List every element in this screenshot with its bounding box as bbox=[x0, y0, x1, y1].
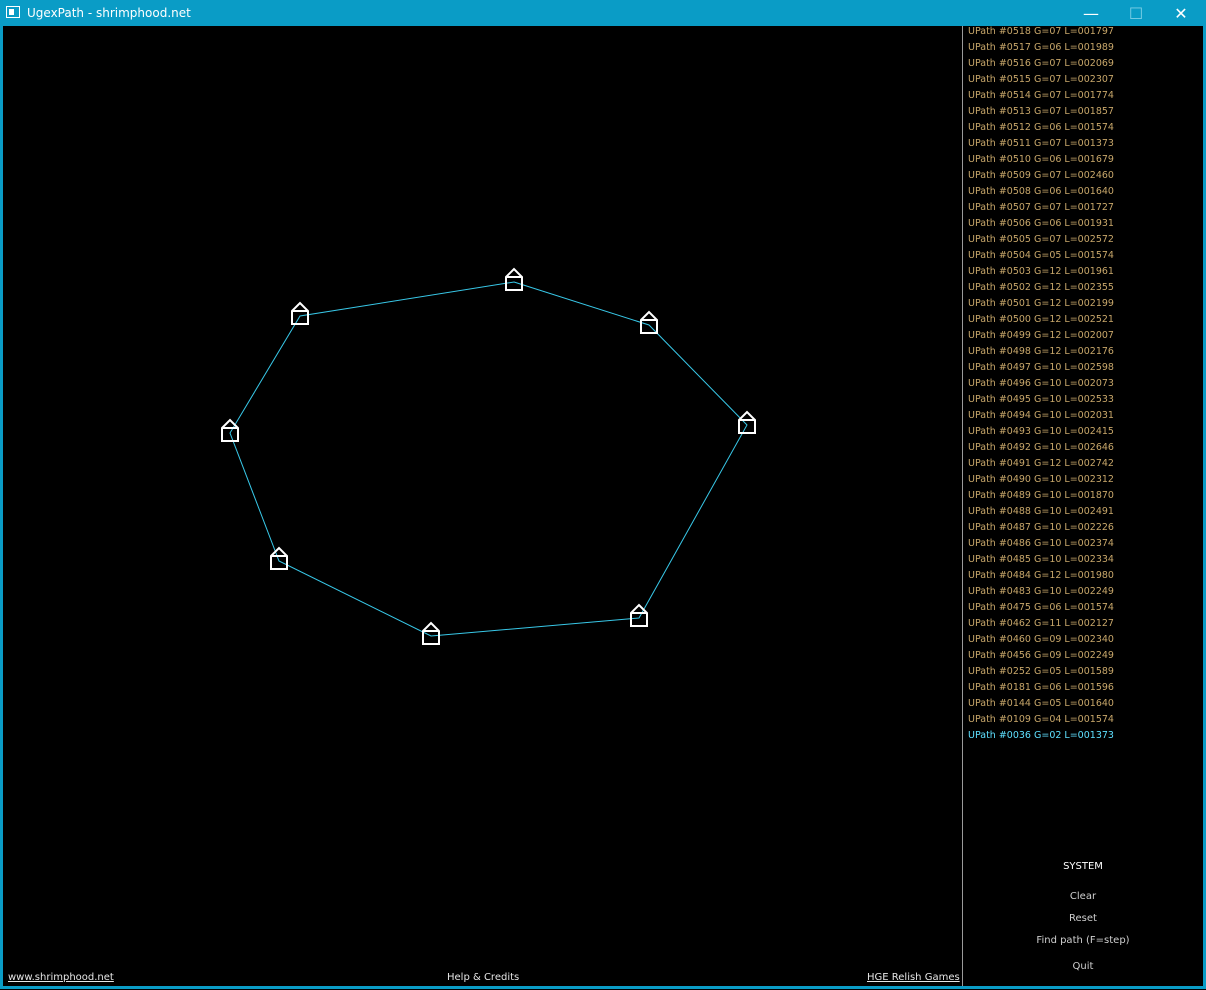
path-list-item[interactable]: UPath #0494 G=10 L=002031 bbox=[968, 410, 1114, 426]
path-list-item[interactable]: UPath #0512 G=06 L=001574 bbox=[968, 122, 1114, 138]
quit-button[interactable]: Quit bbox=[963, 961, 1203, 972]
path-list-item[interactable]: UPath #0506 G=06 L=001931 bbox=[968, 218, 1114, 234]
path-list-item[interactable]: UPath #0462 G=11 L=002127 bbox=[968, 618, 1114, 634]
system-title: SYSTEM bbox=[1063, 861, 1103, 872]
path-list-item[interactable]: UPath #0492 G=10 L=002646 bbox=[968, 442, 1114, 458]
path-list-item[interactable]: UPath #0515 G=07 L=002307 bbox=[968, 74, 1114, 90]
help-credits-button[interactable]: Help & Credits bbox=[447, 972, 519, 983]
path-list-item[interactable]: UPath #0456 G=09 L=002249 bbox=[968, 650, 1114, 666]
path-list-item[interactable]: UPath #0496 G=10 L=002073 bbox=[968, 378, 1114, 394]
waypoint-house-icon[interactable] bbox=[738, 410, 756, 434]
path-list-item[interactable]: UPath #0495 G=10 L=002533 bbox=[968, 394, 1114, 410]
waypoint-house-icon[interactable] bbox=[640, 310, 658, 334]
path-list-item[interactable]: UPath #0460 G=09 L=002340 bbox=[968, 634, 1114, 650]
path-list-item[interactable]: UPath #0498 G=12 L=002176 bbox=[968, 346, 1114, 362]
minimize-button[interactable]: — bbox=[1068, 0, 1114, 26]
waypoint-house-icon[interactable] bbox=[291, 301, 309, 325]
path-list-item[interactable]: UPath #0499 G=12 L=002007 bbox=[968, 330, 1114, 346]
path-list-item[interactable]: UPath #0517 G=06 L=001989 bbox=[968, 42, 1114, 58]
path-list-item[interactable]: UPath #0252 G=05 L=001589 bbox=[968, 666, 1114, 682]
path-canvas[interactable] bbox=[3, 26, 963, 986]
website-link[interactable]: www.shrimphood.net bbox=[8, 972, 114, 983]
path-list-item[interactable]: UPath #0505 G=07 L=002572 bbox=[968, 234, 1114, 250]
path-list-item[interactable]: UPath #0475 G=06 L=001574 bbox=[968, 602, 1114, 618]
find-path-button[interactable]: Find path (F=step) bbox=[963, 935, 1203, 946]
path-list-item[interactable]: UPath #0497 G=10 L=002598 bbox=[968, 362, 1114, 378]
path-list-item[interactable]: UPath #0513 G=07 L=001857 bbox=[968, 106, 1114, 122]
path-list-item-selected[interactable]: UPath #0036 G=02 L=001373 bbox=[968, 730, 1114, 746]
side-panel: UPath #0518 G=07 L=001797 UPath #0517 G=0… bbox=[963, 26, 1203, 986]
path-list-item[interactable]: UPath #0483 G=10 L=002249 bbox=[968, 586, 1114, 602]
path-list-item[interactable]: UPath #0516 G=07 L=002069 bbox=[968, 58, 1114, 74]
hge-link[interactable]: HGE Relish Games bbox=[867, 972, 960, 983]
path-list-item[interactable]: UPath #0503 G=12 L=001961 bbox=[968, 266, 1114, 282]
path-list-item[interactable]: UPath #0502 G=12 L=002355 bbox=[968, 282, 1114, 298]
clear-button[interactable]: Clear bbox=[963, 891, 1203, 902]
title-bar: UgexPath - shrimphood.net — ☐ ✕ bbox=[0, 0, 1206, 26]
app-icon bbox=[6, 6, 20, 18]
path-list-item[interactable]: UPath #0493 G=10 L=002415 bbox=[968, 426, 1114, 442]
maximize-button[interactable]: ☐ bbox=[1113, 0, 1159, 26]
path-list-item[interactable]: UPath #0510 G=06 L=001679 bbox=[968, 154, 1114, 170]
path-list-item[interactable]: UPath #0504 G=05 L=001574 bbox=[968, 250, 1114, 266]
path-list[interactable]: UPath #0518 G=07 L=001797 UPath #0517 G=0… bbox=[968, 26, 1114, 746]
path-list-item[interactable]: UPath #0484 G=12 L=001980 bbox=[968, 570, 1114, 586]
path-scene[interactable] bbox=[3, 26, 963, 986]
path-list-item[interactable]: UPath #0509 G=07 L=002460 bbox=[968, 170, 1114, 186]
path-list-item[interactable]: UPath #0488 G=10 L=002491 bbox=[968, 506, 1114, 522]
path-list-item[interactable]: UPath #0487 G=10 L=002226 bbox=[968, 522, 1114, 538]
path-list-item[interactable]: UPath #0491 G=12 L=002742 bbox=[968, 458, 1114, 474]
path-nodes bbox=[221, 267, 756, 645]
path-list-item[interactable]: UPath #0500 G=12 L=002521 bbox=[968, 314, 1114, 330]
reset-button[interactable]: Reset bbox=[963, 913, 1203, 924]
path-list-item[interactable]: UPath #0109 G=04 L=001574 bbox=[968, 714, 1114, 730]
waypoint-house-icon[interactable] bbox=[505, 267, 523, 291]
path-list-item[interactable]: UPath #0511 G=07 L=001373 bbox=[968, 138, 1114, 154]
path-list-item[interactable]: UPath #0181 G=06 L=001596 bbox=[968, 682, 1114, 698]
path-list-item[interactable]: UPath #0514 G=07 L=001774 bbox=[968, 90, 1114, 106]
path-list-item[interactable]: UPath #0144 G=05 L=001640 bbox=[968, 698, 1114, 714]
window-title: UgexPath - shrimphood.net bbox=[27, 6, 191, 20]
path-list-item[interactable]: UPath #0507 G=07 L=001727 bbox=[968, 202, 1114, 218]
path-list-item[interactable]: UPath #0508 G=06 L=001640 bbox=[968, 186, 1114, 202]
path-line bbox=[229, 281, 748, 637]
path-list-item[interactable]: UPath #0486 G=10 L=002374 bbox=[968, 538, 1114, 554]
path-list-item[interactable]: UPath #0490 G=10 L=002312 bbox=[968, 474, 1114, 490]
path-list-item[interactable]: UPath #0501 G=12 L=002199 bbox=[968, 298, 1114, 314]
path-list-item[interactable]: UPath #0489 G=10 L=001870 bbox=[968, 490, 1114, 506]
path-list-item[interactable]: UPath #0518 G=07 L=001797 bbox=[968, 26, 1114, 42]
path-list-item[interactable]: UPath #0485 G=10 L=002334 bbox=[968, 554, 1114, 570]
waypoint-house-icon[interactable] bbox=[270, 546, 288, 570]
close-button[interactable]: ✕ bbox=[1158, 0, 1204, 26]
